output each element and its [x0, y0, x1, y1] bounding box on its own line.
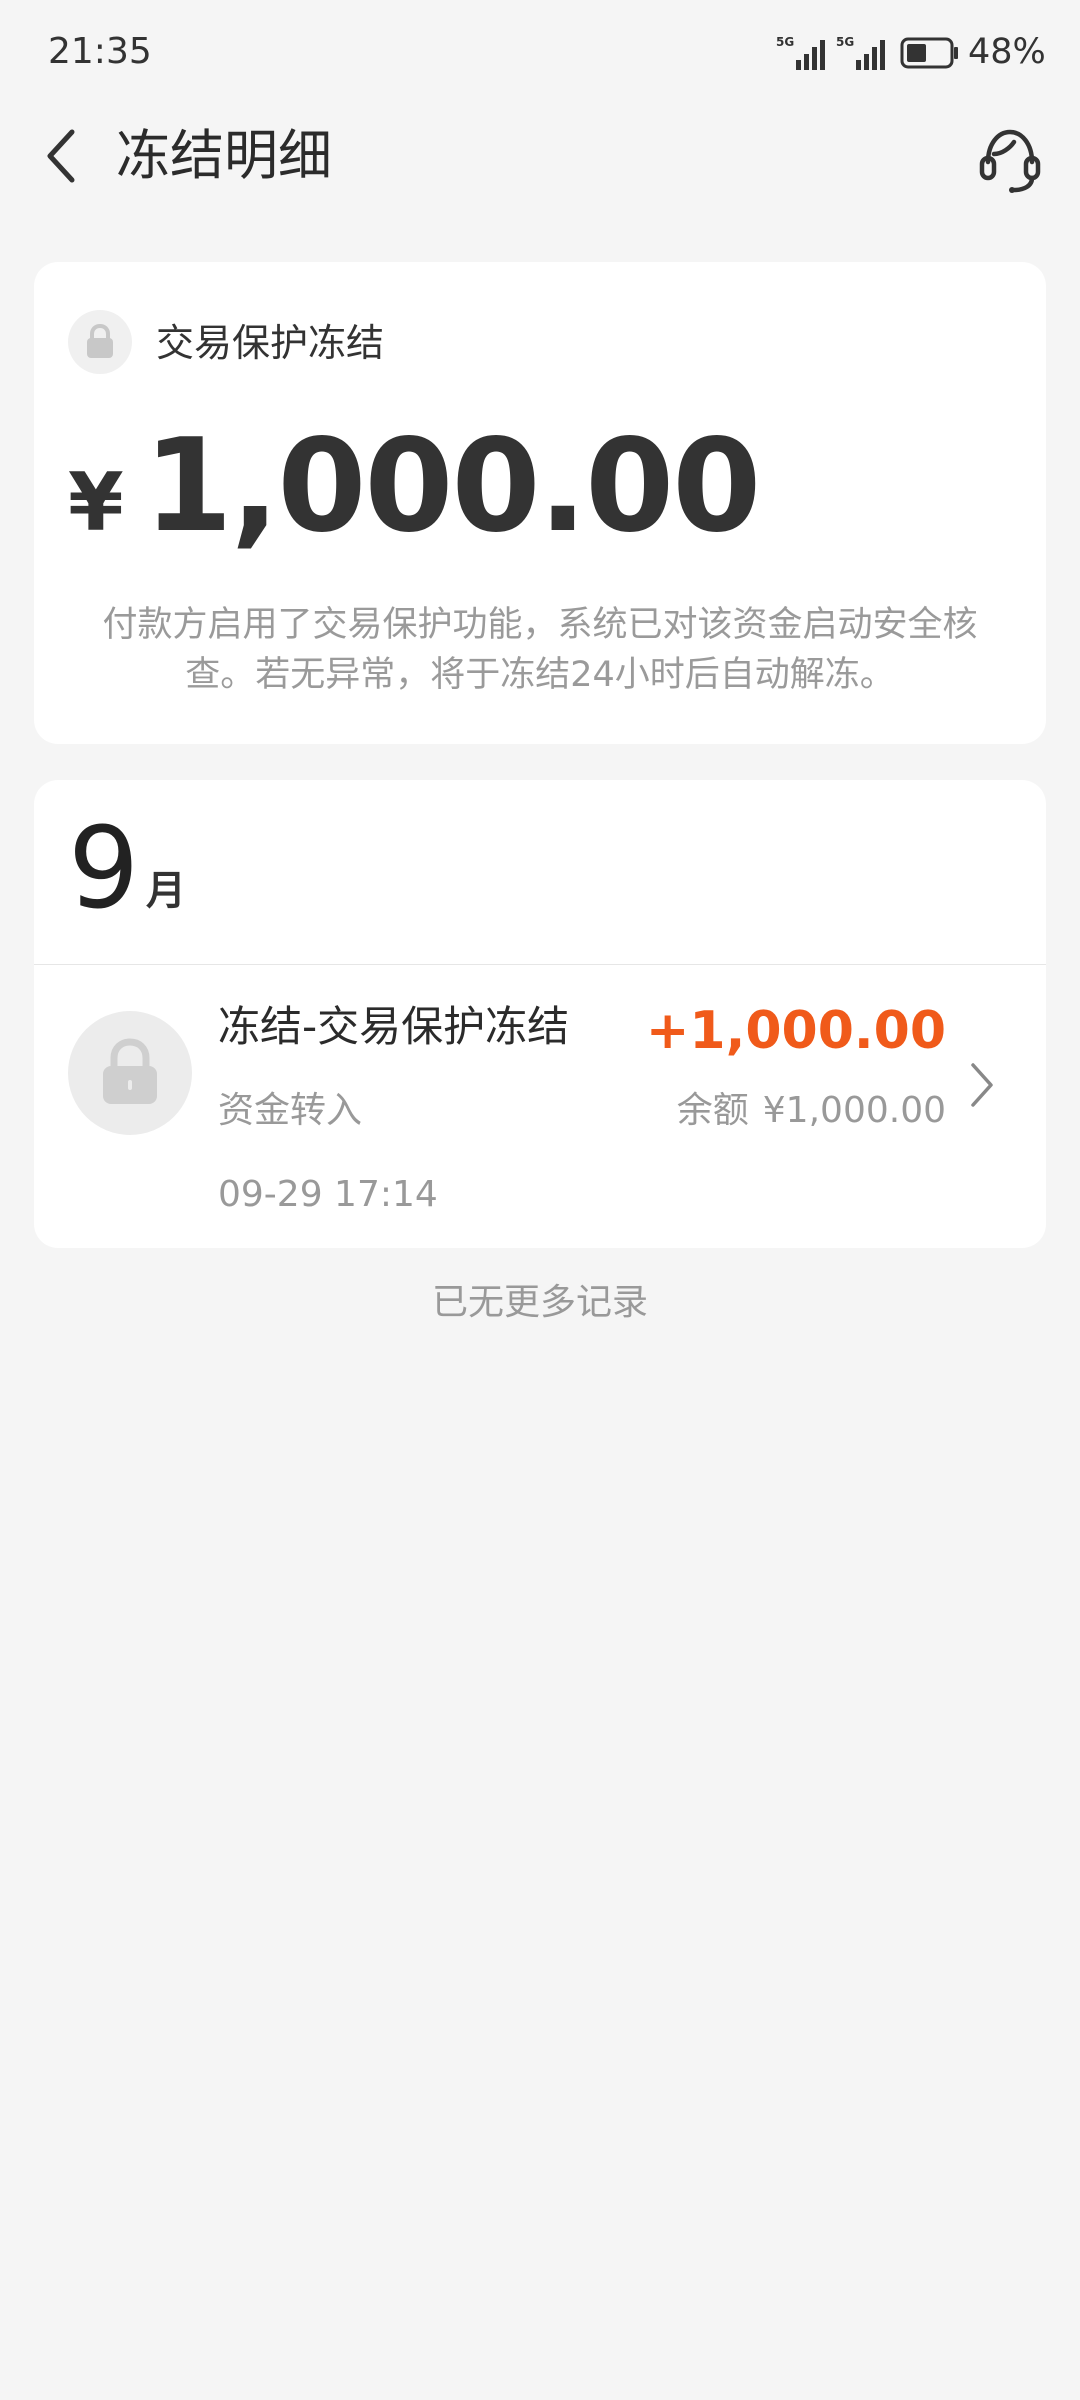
month-unit: 月: [146, 868, 186, 914]
customer-service-button[interactable]: [972, 122, 1048, 198]
status-bar: 21:35 5G 5G 48%: [0, 0, 1080, 104]
battery-icon: [900, 37, 958, 69]
chevron-right-icon: [962, 1055, 1002, 1115]
freeze-amount: 1,000.00: [143, 412, 762, 561]
lock-icon: [68, 1011, 192, 1135]
record-balance: 余额 ¥1,000.00: [677, 1087, 946, 1135]
svg-text:5G: 5G: [836, 35, 854, 49]
status-time: 21:35: [48, 31, 152, 72]
record-list-item[interactable]: 冻结-交易保护冻结 资金转入 09-29 17:14 +1,000.00 余额 ¥…: [34, 965, 1046, 1248]
battery-percent: 48%: [968, 32, 1046, 72]
freeze-summary-card: 交易保护冻结 ¥ 1,000.00 付款方启用了交易保护功能，系统已对该资金启动…: [34, 262, 1046, 744]
record-title: 冻结-交易保护冻结: [218, 1002, 570, 1051]
freeze-records-card: 9 月 冻结-交易保护冻结 资金转入 09-29 17:14 +1,000.00…: [34, 780, 1046, 1248]
svg-text:5G: 5G: [776, 35, 794, 49]
record-time: 09-29 17:14: [218, 1174, 438, 1215]
month-header: 9 月: [34, 780, 1046, 965]
month-number: 9: [68, 804, 140, 934]
top-app-bar: 冻结明细: [0, 104, 1080, 208]
page-title: 冻结明细: [116, 124, 332, 187]
currency-symbol: ¥: [68, 456, 124, 549]
freeze-amount-row: ¥ 1,000.00: [68, 412, 761, 561]
5g-signal-icon: 5G: [836, 35, 885, 70]
back-button[interactable]: [30, 124, 94, 188]
lock-icon: [68, 310, 132, 374]
record-subtitle: 资金转入: [218, 1090, 363, 1131]
balance-label: 余额: [676, 1090, 749, 1131]
chevron-left-icon: [47, 129, 75, 183]
no-more-records-text: 已无更多记录: [431, 1282, 648, 1323]
freeze-type-label: 交易保护冻结: [156, 321, 385, 365]
balance-value: ¥1,000.00: [762, 1090, 946, 1131]
record-amount: +1,000.00: [645, 1001, 946, 1061]
customer-service-headset-icon: [979, 129, 1041, 193]
5g-signal-icon: 5G: [776, 35, 825, 70]
freeze-description: 付款方启用了交易保护功能，系统已对该资金启动安全核查。若无异常，将于冻结24小时…: [102, 605, 978, 695]
